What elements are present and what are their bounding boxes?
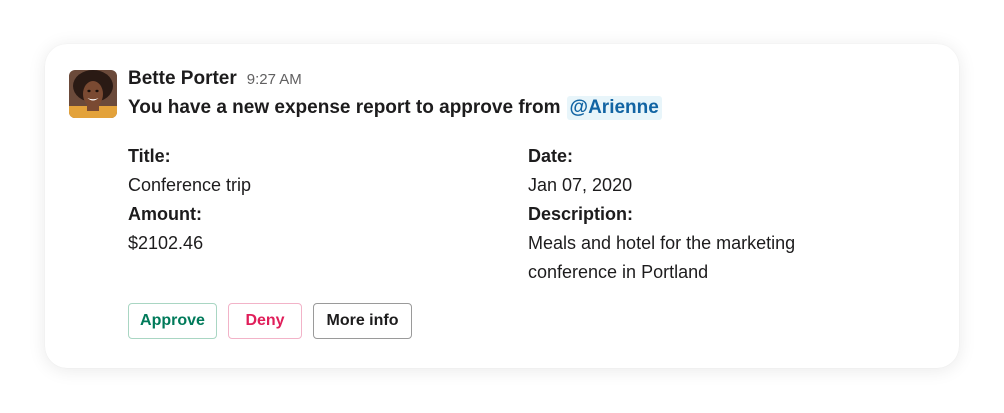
deny-button[interactable]: Deny <box>228 303 302 339</box>
date-label: Date: <box>528 146 574 166</box>
description-value: Meals and hotel for the marketing confer… <box>528 233 796 282</box>
message-card: Bette Porter 9:27 AM You have a new expe… <box>45 44 959 368</box>
message-text: You have a new expense report to approve… <box>128 96 662 120</box>
approve-button[interactable]: Approve <box>128 303 217 339</box>
title-value: Conference trip <box>128 175 252 195</box>
fields-left-column: Title: Conference trip Amount: $2102.46 <box>128 142 508 258</box>
title-label: Title: <box>128 146 171 166</box>
description-label: Description: <box>528 204 634 224</box>
amount-value: $2102.46 <box>128 233 204 253</box>
date-value: Jan 07, 2020 <box>528 175 633 195</box>
message-header: Bette Porter 9:27 AM <box>128 68 302 92</box>
amount-label: Amount: <box>128 204 202 224</box>
message-timestamp[interactable]: 9:27 AM <box>247 71 302 88</box>
fields-right-column: Date: Jan 07, 2020 Description: Meals an… <box>528 142 868 287</box>
message-body: You have a new expense report to approve… <box>128 97 561 118</box>
action-buttons: Approve Deny More info <box>128 303 412 339</box>
avatar-image <box>69 70 117 118</box>
avatar[interactable] <box>69 70 117 118</box>
user-mention[interactable]: @Arienne <box>566 96 662 120</box>
sender-name[interactable]: Bette Porter <box>128 68 237 90</box>
more-info-button[interactable]: More info <box>313 303 412 339</box>
